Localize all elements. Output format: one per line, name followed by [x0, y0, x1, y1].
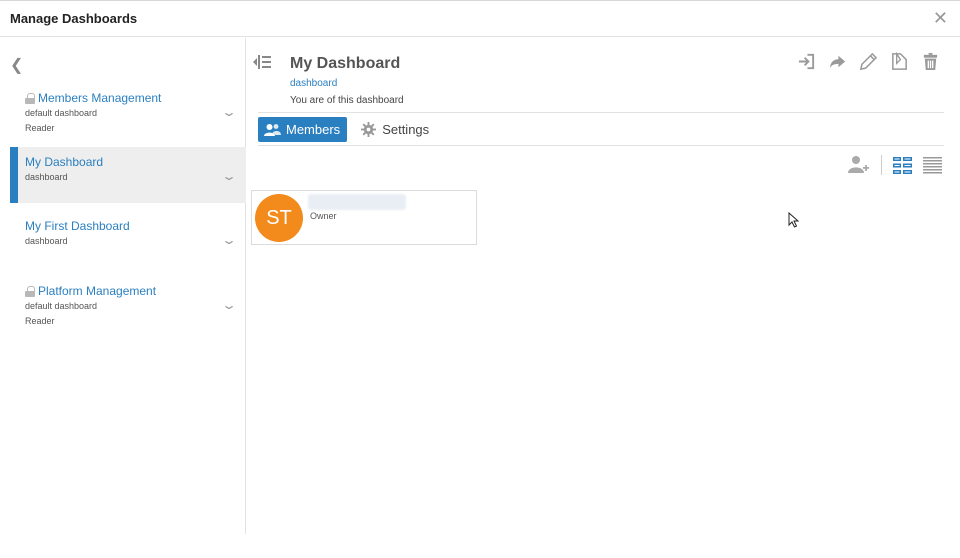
manage-dashboards-modal: Manage Dashboards ✕ ❮ Members Management…	[0, 0, 960, 558]
tab-settings[interactable]: Settings	[361, 117, 429, 142]
member-name-redacted	[308, 194, 406, 210]
tab-members-label: Members	[286, 122, 341, 137]
close-icon[interactable]: ✕	[933, 9, 948, 27]
edit-icon[interactable]	[859, 52, 878, 71]
back-chevron-icon[interactable]: ❮	[10, 55, 23, 75]
dashboard-item-title: Platform Management	[38, 284, 157, 298]
dashboard-role-text: You are of this dashboard	[290, 95, 404, 106]
chevron-down-icon[interactable]: ⌄	[221, 298, 237, 312]
separator	[881, 155, 882, 175]
chevron-down-icon[interactable]: ⌄	[221, 105, 237, 119]
sign-in-icon[interactable]	[797, 52, 816, 71]
dashboard-detail-panel: My Dashboard dashboard You are of this d…	[247, 38, 960, 534]
users-icon	[264, 123, 281, 136]
member-role: Owner	[310, 211, 337, 221]
dashboard-title: My Dashboard	[290, 55, 401, 72]
detail-tabs: Members Settings	[258, 117, 429, 142]
divider	[258, 145, 944, 146]
chevron-down-icon[interactable]: ⌄	[221, 169, 237, 183]
dashboard-list-sidebar: ❮ Members Management default dashboard R…	[0, 38, 246, 534]
dashboard-item-type: default dashboard	[25, 301, 98, 311]
add-member-icon[interactable]	[848, 155, 870, 175]
dashboard-toolbar	[797, 52, 940, 71]
dashboard-item-my-first-dashboard[interactable]: My First Dashboard dashboard ⌄	[10, 211, 246, 267]
modal-header: Manage Dashboards ✕	[0, 1, 960, 37]
dashboard-item-role: Reader	[25, 123, 55, 133]
dashboard-item-platform-management[interactable]: Platform Management default dashboard Re…	[10, 276, 246, 332]
divider	[258, 112, 944, 113]
dashboard-item-type: dashboard	[25, 172, 68, 182]
tab-members[interactable]: Members	[258, 117, 348, 142]
lock-icon	[25, 285, 35, 297]
dashboard-item-title: My Dashboard	[25, 155, 104, 169]
share-icon[interactable]	[828, 52, 847, 71]
copy-icon[interactable]	[890, 52, 909, 71]
list-view-icon[interactable]	[923, 156, 942, 174]
gear-icon	[361, 122, 377, 137]
modal-title: Manage Dashboards	[10, 11, 138, 26]
member-view-tools	[848, 155, 942, 175]
collapse-sidebar-icon[interactable]	[253, 54, 271, 70]
dashboard-item-title: Members Management	[38, 91, 162, 105]
dashboard-item-title: My First Dashboard	[25, 219, 130, 233]
tab-settings-label: Settings	[382, 122, 430, 137]
chevron-down-icon[interactable]: ⌄	[221, 233, 237, 247]
dashboard-item-members-management[interactable]: Members Management default dashboard Rea…	[10, 83, 246, 139]
dashboard-item-type: default dashboard	[25, 108, 98, 118]
dashboard-item-my-dashboard[interactable]: My Dashboard dashboard ⌄	[10, 147, 246, 203]
dashboard-type: dashboard	[290, 78, 338, 89]
dashboard-item-role: Reader	[25, 316, 55, 326]
lock-icon	[25, 92, 35, 104]
member-card[interactable]: ST Owner	[251, 190, 477, 245]
grid-view-icon[interactable]	[893, 156, 912, 174]
dashboard-item-type: dashboard	[25, 236, 68, 246]
trash-icon[interactable]	[921, 52, 940, 71]
avatar: ST	[255, 194, 303, 242]
